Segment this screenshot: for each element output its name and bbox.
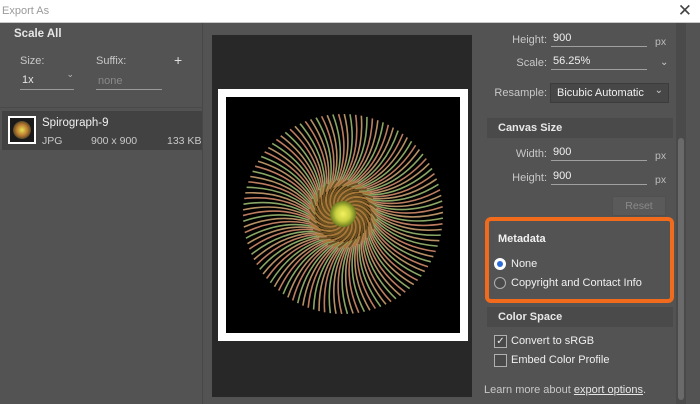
resample-dropdown[interactable]: Bicubic Automatic ⌄ [550,83,669,103]
canvas-width-unit: px [655,150,667,162]
asset-file-size: 133 KB [167,135,202,147]
add-scale-icon[interactable]: + [174,52,182,68]
embed-profile-label[interactable]: Embed Color Profile [511,354,609,366]
canvas-height-unit: px [655,174,667,186]
color-space-header: Color Space [487,307,673,327]
check-icon: ✓ [496,336,505,347]
scale-label: Scale: [516,57,547,69]
reset-button[interactable]: Reset [612,196,666,216]
height-label: Height: [512,34,547,46]
scale-value: 56.25% [553,55,591,67]
scale-all-heading: Scale All [14,28,62,40]
scale-field[interactable]: 56.25% [551,55,647,70]
color-space-heading: Color Space [498,311,563,323]
metadata-none-radio[interactable] [494,258,506,270]
suffix-label: Suffix: [96,55,127,67]
canvas-height-label: Height: [512,172,547,184]
height-value: 900 [553,32,572,44]
asset-row[interactable]: Spirograph-9 JPG 900 x 900 133 KB [2,111,202,150]
convert-srgb-label[interactable]: Convert to sRGB [511,335,594,347]
chevron-down-icon: ⌄ [654,85,663,96]
suffix-input[interactable] [96,73,160,87]
resample-label: Resample: [494,87,547,99]
canvas-width-label: Width: [515,148,547,160]
size-select-value: 1x [22,74,34,86]
canvas-height-value: 900 [553,170,572,182]
export-options-link[interactable]: export options [574,384,643,396]
canvas-size-heading: Canvas Size [498,122,563,134]
asset-name: Spirograph-9 [42,117,109,129]
scale-chevron-icon[interactable]: ⌄ [660,57,668,68]
canvas-width-value: 900 [553,146,572,158]
height-field[interactable]: 900 [551,32,647,47]
metadata-heading: Metadata [498,233,546,245]
metadata-copyright-radio[interactable] [494,277,506,289]
preview-canvas [218,89,468,341]
size-label: Size: [20,55,45,67]
canvas-size-header: Canvas Size [487,118,673,138]
suffix-input-wrapper [96,73,162,90]
assets-panel: Scale All Size: Suffix: + 1x ⌄ Spirograp… [0,23,203,404]
resample-value: Bicubic Automatic [557,87,644,99]
asset-thumbnail [8,116,36,144]
footer-text: Learn more about [484,384,574,396]
chevron-down-icon: ⌄ [66,69,74,79]
metadata-copyright-label[interactable]: Copyright and Contact Info [511,277,642,289]
title-bar: Export As ✕ [0,0,700,23]
spirograph-image [242,113,444,315]
height-unit: px [655,36,667,48]
metadata-none-label[interactable]: None [511,258,537,270]
asset-dimensions: 900 x 900 [91,135,138,147]
canvas-height-field[interactable]: 900 [551,170,647,185]
asset-format: JPG [42,135,63,147]
convert-srgb-checkbox[interactable]: ✓ [494,335,507,348]
size-select[interactable]: 1x ⌄ [20,69,74,90]
preview-image [226,97,460,333]
scrollbar-thumb[interactable] [678,138,684,400]
divider [0,107,202,108]
footer-suffix: . [643,384,647,396]
footer-help: Learn more about export options. [484,384,646,396]
window-title: Export As [2,5,50,17]
close-icon[interactable]: ✕ [678,1,692,21]
embed-profile-checkbox[interactable] [494,354,507,367]
canvas-width-field[interactable]: 900 [551,146,647,161]
